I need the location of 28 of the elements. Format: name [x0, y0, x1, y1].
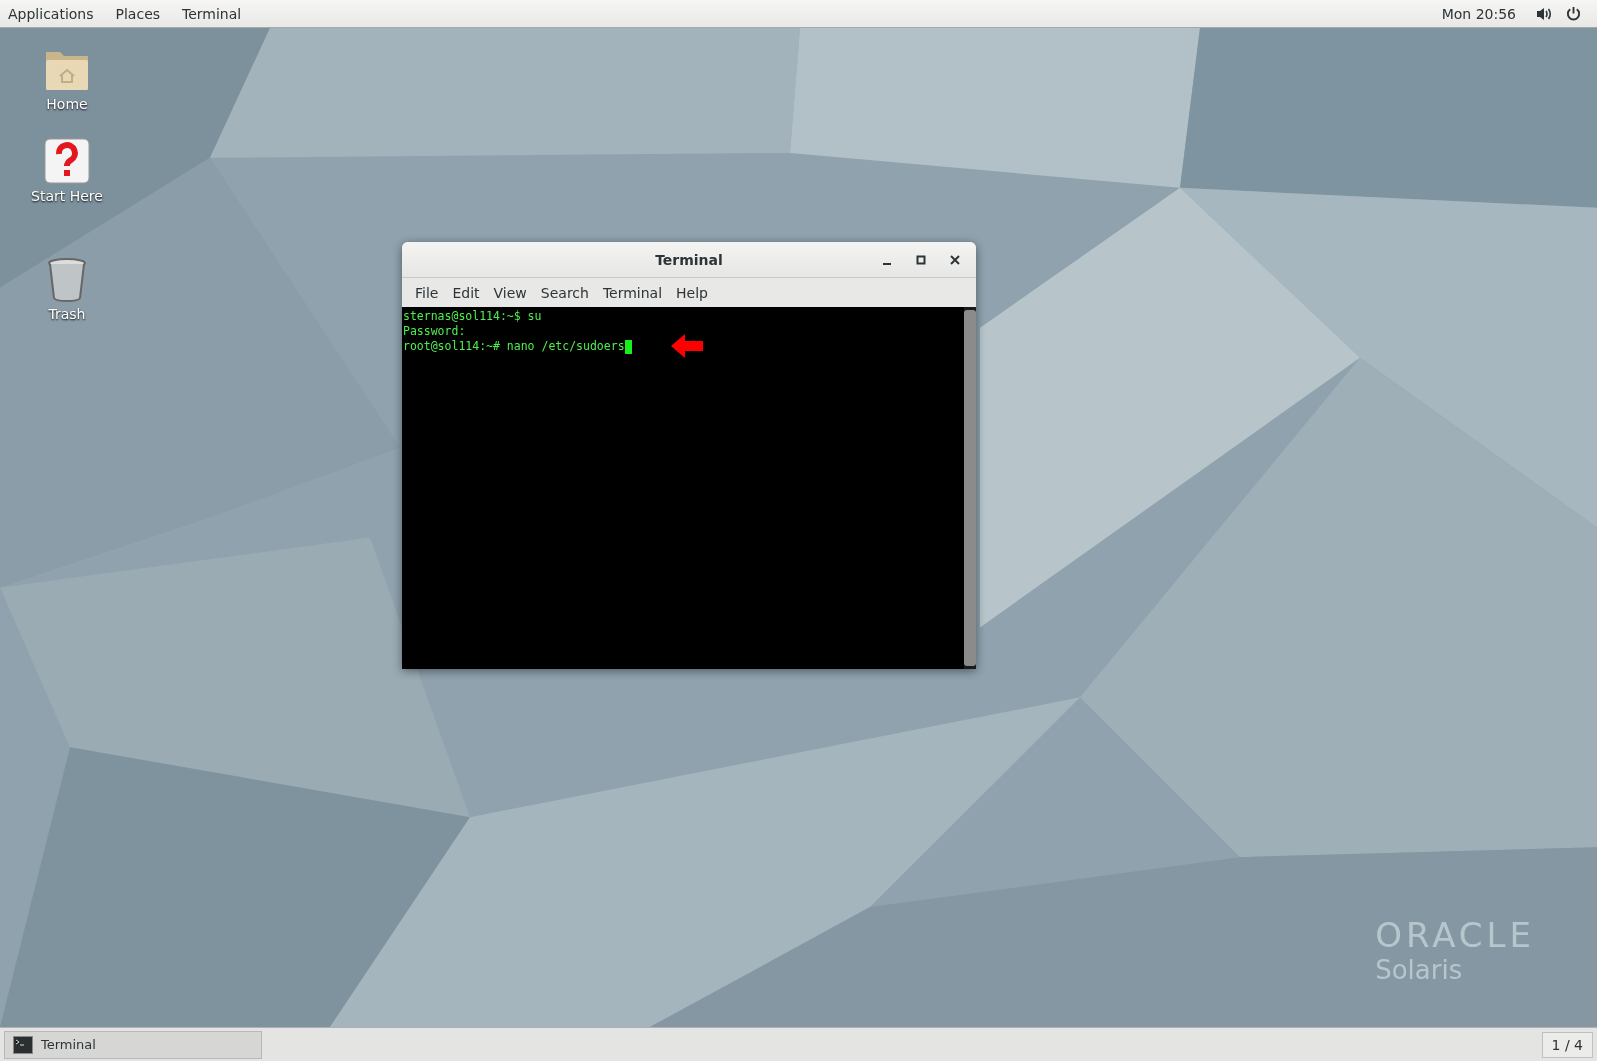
help-question-icon [44, 138, 90, 184]
terminal-icon [13, 1035, 33, 1054]
volume-icon[interactable] [1536, 6, 1552, 21]
window-menu[interactable]: Help [669, 284, 715, 301]
top-menu[interactable]: Places [115, 5, 161, 22]
maximize-icon [916, 254, 926, 265]
window-menu[interactable]: View [486, 284, 534, 301]
terminal-area[interactable]: sternas@sol114:~$ su Password: root@sol114:~# nano /etc/sudoers [402, 307, 976, 669]
close-icon [950, 254, 960, 265]
terminal-line: root@sol114:~# nano /etc/sudoers [403, 339, 625, 354]
terminal-line: Password: [403, 324, 466, 339]
minimize-icon [883, 262, 891, 265]
window-menu[interactable]: Terminal [595, 284, 670, 301]
arrow-icon [671, 334, 705, 358]
window-menu[interactable]: File [408, 284, 446, 301]
top-menu[interactable]: Applications [8, 5, 94, 22]
top-menu[interactable]: Terminal [182, 5, 242, 22]
window-menu[interactable]: Edit [445, 284, 487, 301]
power-icon[interactable] [1566, 6, 1581, 21]
terminal-line: sternas@sol114:~$ su [403, 309, 542, 324]
workspace-switcher[interactable]: 1 / 4 [1541, 1031, 1593, 1058]
clock[interactable]: Mon 20:56 [1441, 5, 1516, 22]
trash-bin-icon [47, 258, 87, 302]
taskbar-item[interactable]: Terminal [4, 1030, 262, 1059]
text-cursor [624, 339, 632, 354]
window-title: Terminal [654, 251, 724, 268]
window-menu[interactable]: Search [533, 284, 596, 301]
scrollbar[interactable] [964, 307, 976, 669]
